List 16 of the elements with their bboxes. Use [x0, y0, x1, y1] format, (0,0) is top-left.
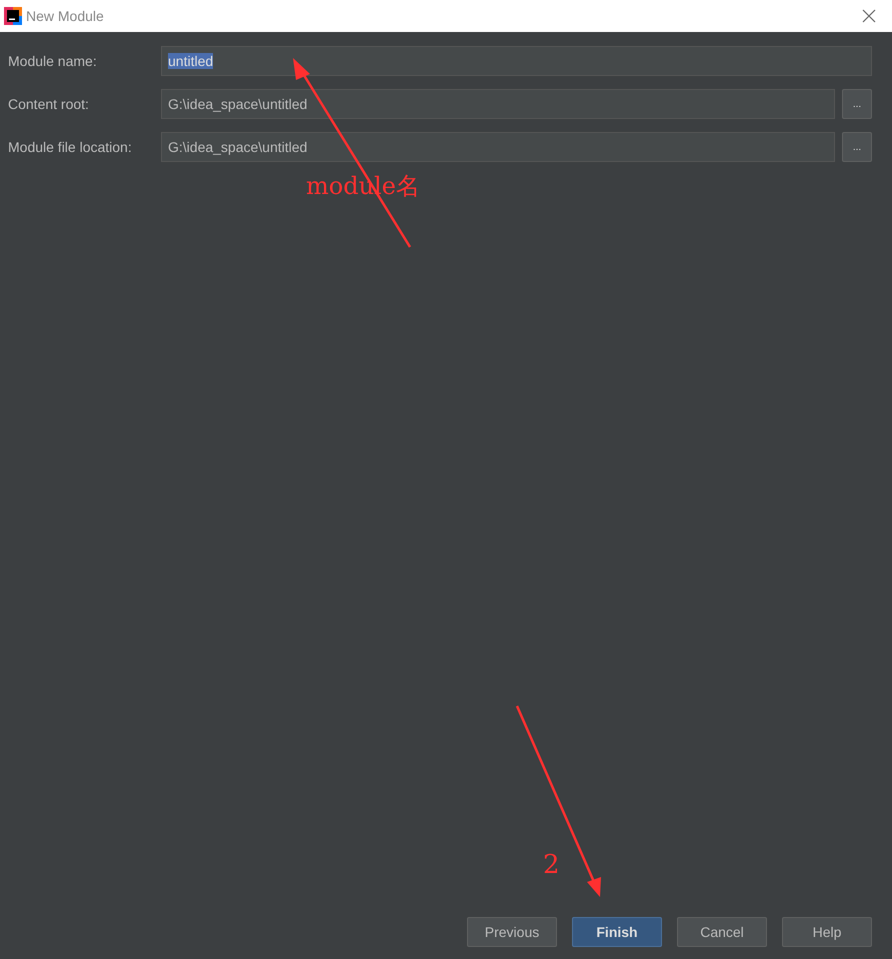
annotation-text: 2 — [543, 850, 560, 880]
dialog-button[interactable]: Help — [782, 917, 872, 947]
browse-button[interactable]: ... — [842, 89, 872, 119]
dialog-button[interactable]: Finish — [572, 917, 662, 947]
window-title: New Module — [26, 8, 104, 24]
dialog-button[interactable]: Previous — [467, 917, 557, 947]
field-label: Module file location: — [8, 139, 133, 155]
dialog-button[interactable]: Cancel — [677, 917, 767, 947]
field-label: Module name: — [8, 53, 98, 69]
input-field[interactable]: untitled — [161, 46, 872, 76]
browse-button[interactable]: ... — [842, 132, 872, 162]
field-label: Content root: — [8, 96, 90, 112]
app-logo-icon — [4, 7, 22, 25]
close-icon[interactable] — [862, 9, 876, 23]
input-field[interactable]: G:\idea_space\untitled — [161, 132, 835, 162]
input-field[interactable]: G:\idea_space\untitled — [161, 89, 835, 119]
